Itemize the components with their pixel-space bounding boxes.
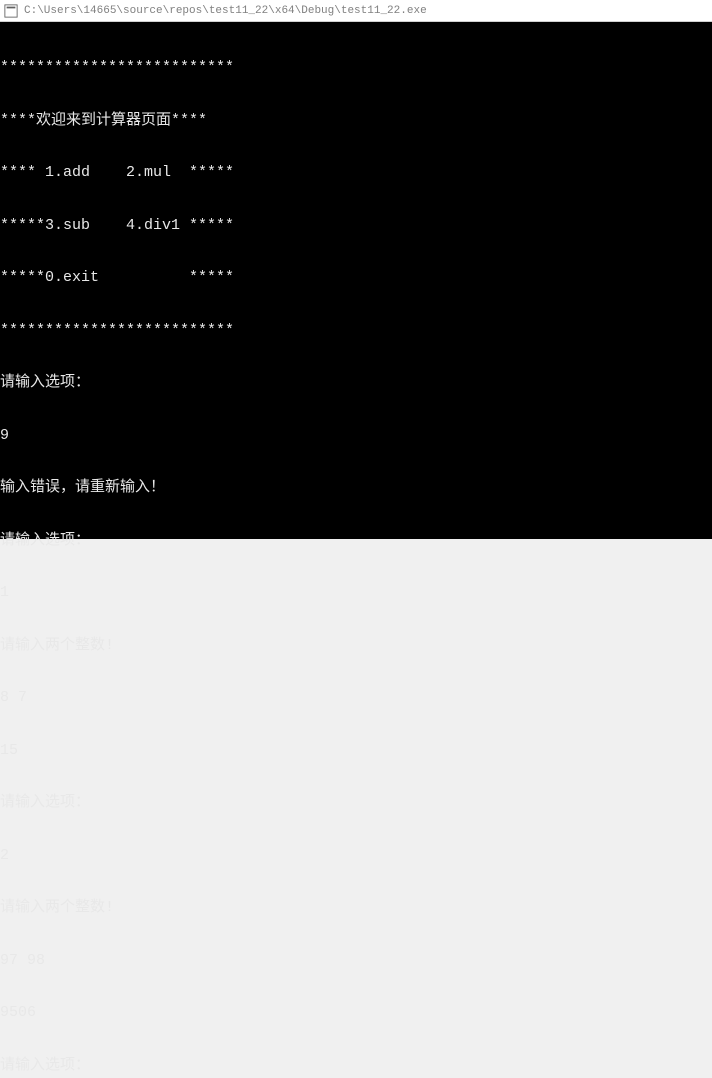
console-line: **** 1.add 2.mul ***** (0, 164, 712, 182)
console-line: *****3.sub 4.div1 ***** (0, 217, 712, 235)
console-line: *****0.exit ***** (0, 269, 712, 287)
console-line: 请输入两个整数! (0, 637, 712, 655)
console-line: 请输入两个整数! (0, 899, 712, 917)
console-line: 97 98 (0, 952, 712, 970)
console-line: 15 (0, 742, 712, 760)
console-line: 1 (0, 584, 712, 602)
window-titlebar[interactable]: C:\Users\14665\source\repos\test11_22\x6… (0, 0, 712, 22)
console-line: 请输入选项： (0, 532, 712, 550)
console-line: ************************** (0, 59, 712, 77)
console-line: ************************** (0, 322, 712, 340)
console-line: 请输入选项： (0, 374, 712, 392)
console-line: ****欢迎来到计算器页面**** (0, 112, 712, 130)
window-title: C:\Users\14665\source\repos\test11_22\x6… (24, 5, 427, 17)
console-line: 9 (0, 427, 712, 445)
app-icon (4, 4, 18, 18)
console-line: 9506 (0, 1004, 712, 1022)
console-line: 输入错误，请重新输入！ (0, 479, 712, 497)
console-output[interactable]: ************************** ****欢迎来到计算器页面… (0, 22, 712, 539)
console-line: 8 7 (0, 689, 712, 707)
console-line: 2 (0, 847, 712, 865)
console-line: 请输入选项： (0, 794, 712, 812)
console-line: 请输入选项： (0, 1057, 712, 1075)
